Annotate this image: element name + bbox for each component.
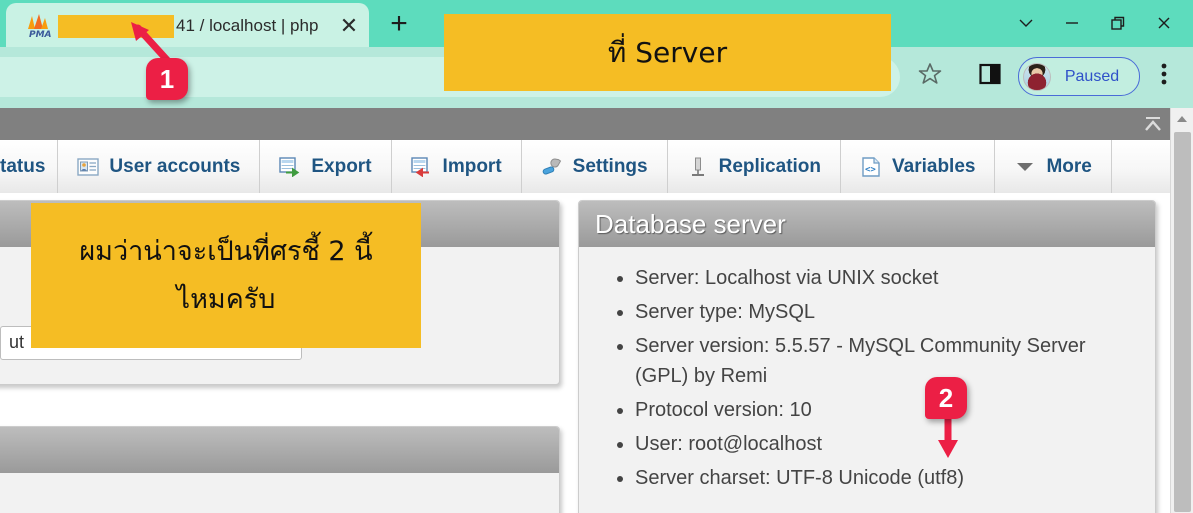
profile-status-label: Paused (1051, 68, 1139, 86)
user-accounts-icon (77, 156, 99, 178)
list-item: Server type: MySQL (635, 297, 1141, 327)
database-server-body: Server: Localhost via UNIX socket Server… (579, 247, 1155, 507)
left-panel-bottom (0, 426, 560, 513)
restore-button[interactable] (1095, 6, 1141, 40)
tab-status-label: tatus (0, 156, 45, 178)
phpmyadmin-logo-icon: PMA (24, 13, 52, 39)
database-server-title: Database server (579, 201, 1155, 247)
left-panel-bottom-body (0, 473, 559, 493)
annotation-note-server: ที่ Server (444, 14, 891, 91)
tab-title-text: 41 / localhost | php (176, 16, 318, 35)
tab-settings-label: Settings (573, 156, 648, 178)
callout-badge-2: 2 (925, 377, 967, 419)
tab-status[interactable]: tatus (0, 140, 58, 193)
list-item: Server version: 5.5.57 - MySQL Community… (635, 331, 1141, 391)
minimize-button[interactable] (1049, 6, 1095, 40)
side-panel-icon[interactable] (972, 56, 1008, 92)
list-item: User: root@localhost (635, 429, 1141, 459)
left-panel-bottom-header (0, 427, 559, 473)
scroll-to-top-icon[interactable] (1138, 110, 1168, 138)
tab-import[interactable]: Import (392, 140, 522, 193)
tab-variables[interactable]: <> Variables (841, 140, 995, 193)
tab-variables-label: Variables (892, 156, 975, 178)
tab-import-label: Import (443, 156, 502, 178)
list-item: Server charset: UTF-8 Unicode (utf8) (635, 463, 1141, 493)
window-controls (1003, 6, 1187, 40)
tab-more-label: More (1046, 156, 1091, 178)
annotation-note-thai-line2: ไหมครับ (177, 276, 276, 324)
export-icon (279, 156, 301, 178)
annotation-note-thai: ผมว่าน่าจะเป็นที่ศรชี้ 2 นี้ ไหมครับ (31, 203, 421, 348)
annotation-note-thai-line1: ผมว่าน่าจะเป็นที่ศรชี้ 2 นี้ (79, 228, 372, 276)
variables-icon: <> (860, 156, 882, 178)
tab-search-button[interactable] (1003, 6, 1049, 40)
page-scrollbar[interactable] (1170, 108, 1193, 513)
settings-wrench-icon (541, 156, 563, 178)
close-window-button[interactable] (1141, 6, 1187, 40)
star-icon[interactable] (912, 56, 948, 92)
tab-user-accounts[interactable]: User accounts (58, 140, 260, 193)
phpmyadmin-nav-tabs: tatus User accounts (0, 140, 1170, 193)
kebab-menu-icon[interactable] (1146, 56, 1182, 92)
tab-export-label: Export (311, 156, 371, 178)
tab-more[interactable]: More (995, 140, 1111, 193)
tab-replication[interactable]: Replication (668, 140, 841, 193)
replication-icon (687, 156, 709, 178)
import-icon (411, 156, 433, 178)
callout-badge-1: 1 (146, 58, 188, 100)
database-server-list: Server: Localhost via UNIX socket Server… (593, 257, 1141, 493)
nav-tabs-filler (1112, 140, 1170, 193)
tab-replication-label: Replication (719, 156, 821, 178)
page-top-band (0, 108, 1170, 140)
list-item: Server: Localhost via UNIX socket (635, 263, 1141, 293)
list-item: Protocol version: 10 (635, 395, 1141, 425)
tab-settings[interactable]: Settings (522, 140, 668, 193)
scrollbar-thumb[interactable] (1174, 132, 1191, 512)
chevron-down-icon (1014, 156, 1036, 178)
charset-select-value: ut (9, 332, 24, 352)
svg-text:PMA: PMA (29, 30, 52, 39)
scrollbar-up-arrow-icon[interactable] (1171, 108, 1193, 130)
tab-export[interactable]: Export (260, 140, 391, 193)
avatar (1023, 63, 1051, 91)
svg-text:<>: <> (865, 165, 876, 175)
tab-close-button[interactable]: ✕ (336, 13, 362, 39)
new-tab-button[interactable]: + (382, 8, 416, 40)
tab-user-accounts-label: User accounts (109, 156, 240, 178)
profile-chip[interactable]: Paused (1018, 57, 1140, 96)
browser-tab-title: 41 / localhost | php (58, 14, 330, 38)
annotation-note-server-text: ที่ Server (608, 31, 727, 75)
database-server-panel: Database server Server: Localhost via UN… (578, 200, 1156, 513)
